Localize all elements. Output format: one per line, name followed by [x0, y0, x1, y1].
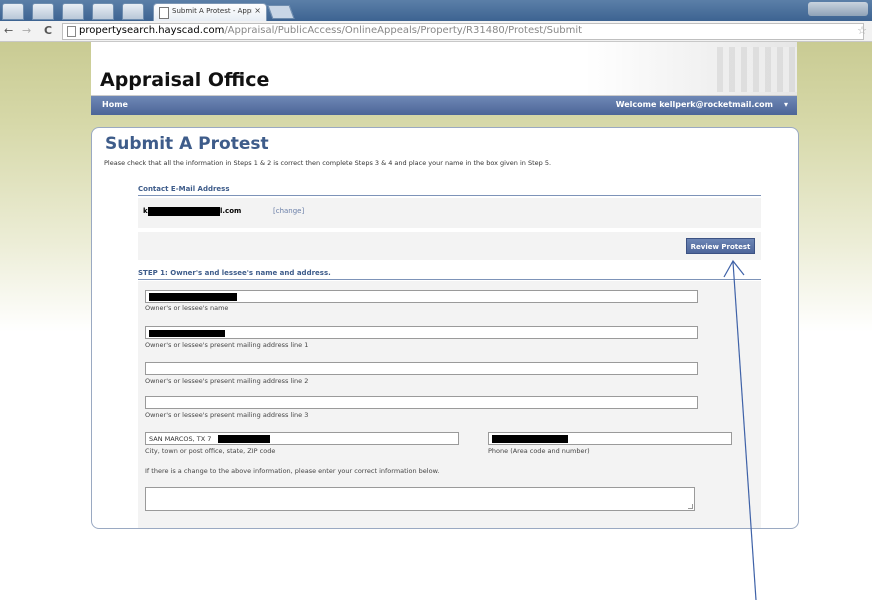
site-container: Appraisal Office Home Welcome kellperk@r…	[91, 42, 799, 529]
page-title: Submit A Protest	[105, 134, 269, 154]
section-divider	[138, 195, 761, 196]
reload-icon[interactable]: C	[44, 24, 52, 37]
redacted-value	[149, 293, 237, 301]
chevron-down-icon[interactable]: ▾	[784, 100, 788, 109]
phone-input[interactable]	[488, 432, 732, 445]
review-bar: Review Protest	[138, 232, 761, 260]
url-path: /Appraisal/PublicAccess/OnlineAppeals/Pr…	[224, 25, 583, 36]
redacted-value	[492, 435, 568, 443]
browser-tab-active[interactable]: Submit A Protest - Appra ×	[153, 3, 267, 21]
owner-name-input[interactable]	[145, 290, 698, 303]
city-state-zip-input[interactable]: SAN MARCOS, TX 7	[145, 432, 459, 445]
change-email-link[interactable]: [change]	[273, 207, 304, 215]
redacted-email	[148, 207, 220, 216]
page-viewport: Appraisal Office Home Welcome kellperk@r…	[0, 42, 872, 529]
contact-email-box: k l.com [change]	[138, 198, 761, 228]
change-note: If there is a change to the above inform…	[145, 467, 440, 475]
forward-icon[interactable]: →	[22, 24, 31, 37]
review-protest-button[interactable]: Review Protest	[686, 238, 755, 254]
owner-name-caption: Owner's or lessee's name	[145, 304, 229, 312]
step1-form: Owner's or lessee's name Owner's or less…	[138, 281, 761, 528]
browser-toolbar: ← → C propertysearch.hayscad.com/Apprais…	[0, 21, 872, 42]
top-navbar: Home Welcome kellperk@rocketmail.com ▾	[91, 96, 797, 115]
site-title: Appraisal Office	[100, 69, 270, 91]
redacted-value	[218, 435, 270, 443]
tab-title: Submit A Protest - Appra	[172, 7, 252, 15]
contact-email-label: Contact E-Mail Address	[138, 185, 230, 193]
address-bar[interactable]: propertysearch.hayscad.com/Appraisal/Pub…	[62, 23, 867, 40]
tab-app-icon[interactable]	[2, 3, 24, 20]
city-value: SAN MARCOS, TX 7	[149, 435, 212, 443]
site-header: Appraisal Office	[91, 42, 797, 96]
section-divider	[138, 279, 761, 280]
address-line2-input[interactable]	[145, 362, 698, 375]
window-controls[interactable]	[808, 2, 868, 16]
browser-tab-strip: Submit A Protest - Appra ×	[0, 0, 872, 21]
address-line1-input[interactable]	[145, 326, 698, 339]
address-line1-caption: Owner's or lessee's present mailing addr…	[145, 341, 309, 349]
page-icon	[67, 26, 76, 37]
step1-label: STEP 1: Owner's and lessee's name and ad…	[138, 269, 331, 277]
protest-panel: Submit A Protest Please check that all t…	[91, 127, 799, 529]
address-line2-caption: Owner's or lessee's present mailing addr…	[145, 377, 309, 385]
intro-text: Please check that all the information in…	[104, 159, 552, 167]
nav-welcome-user[interactable]: Welcome kellperk@rocketmail.com	[616, 100, 773, 109]
tab-close-icon[interactable]: ×	[254, 6, 261, 15]
email-prefix: k	[143, 207, 148, 215]
tab-app-icon[interactable]	[32, 3, 54, 20]
tab-app-icon[interactable]	[62, 3, 84, 20]
corrected-info-textarea[interactable]	[145, 487, 695, 511]
url-host: propertysearch.hayscad.com	[79, 25, 225, 36]
redacted-value	[149, 330, 225, 337]
back-icon[interactable]: ←	[4, 24, 13, 37]
address-line3-input[interactable]	[145, 396, 698, 409]
city-caption: City, town or post office, state, ZIP co…	[145, 447, 276, 455]
tab-star-icon[interactable]	[92, 3, 114, 20]
bookmark-star-icon[interactable]: ☆	[857, 24, 867, 37]
resize-grip-icon[interactable]	[688, 504, 693, 509]
phone-caption: Phone (Area code and number)	[488, 447, 590, 455]
new-tab-button[interactable]	[267, 5, 295, 19]
nav-home-link[interactable]: Home	[102, 100, 128, 109]
header-building-image	[717, 47, 797, 92]
email-suffix: l.com	[220, 207, 242, 215]
address-line3-caption: Owner's or lessee's present mailing addr…	[145, 411, 309, 419]
tab-app-icon[interactable]	[122, 3, 144, 20]
page-favicon-icon	[159, 7, 169, 19]
url-text: propertysearch.hayscad.com/Appraisal/Pub…	[79, 25, 582, 36]
